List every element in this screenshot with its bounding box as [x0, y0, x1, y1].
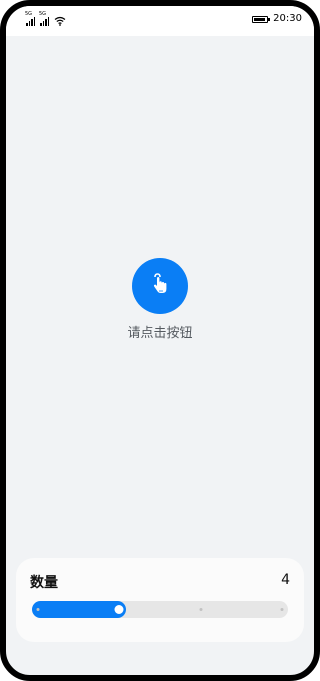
slider-step-dot — [199, 608, 203, 611]
quantity-card: 数量 4 — [16, 558, 304, 642]
quantity-slider[interactable] — [32, 601, 288, 618]
tap-button[interactable] — [132, 258, 188, 314]
wifi-icon — [54, 16, 66, 26]
network-type-label: 5G — [25, 11, 33, 17]
quantity-value: 4 — [281, 572, 290, 588]
quantity-label: 数量 — [30, 575, 58, 591]
slider-step-dot — [36, 608, 40, 611]
signal-icon: 5G — [25, 12, 35, 26]
status-left: 5G 5G — [25, 12, 66, 26]
slider-thumb[interactable] — [112, 603, 126, 616]
phone-frame: 5G 5G 20:30 请点击按钮 数量 4 — [0, 0, 320, 681]
status-bar: 5G 5G 20:30 — [6, 6, 314, 36]
center-content: 请点击按钮 — [6, 258, 314, 341]
status-right: 20:30 — [252, 12, 302, 26]
tap-hand-icon — [147, 271, 173, 301]
slider-step-dot — [280, 608, 284, 611]
signal-icon: 5G — [39, 12, 49, 26]
prompt-text: 请点击按钮 — [127, 326, 193, 341]
network-type-label: 5G — [39, 11, 47, 17]
status-time: 20:30 — [273, 13, 302, 24]
battery-icon — [252, 15, 271, 23]
